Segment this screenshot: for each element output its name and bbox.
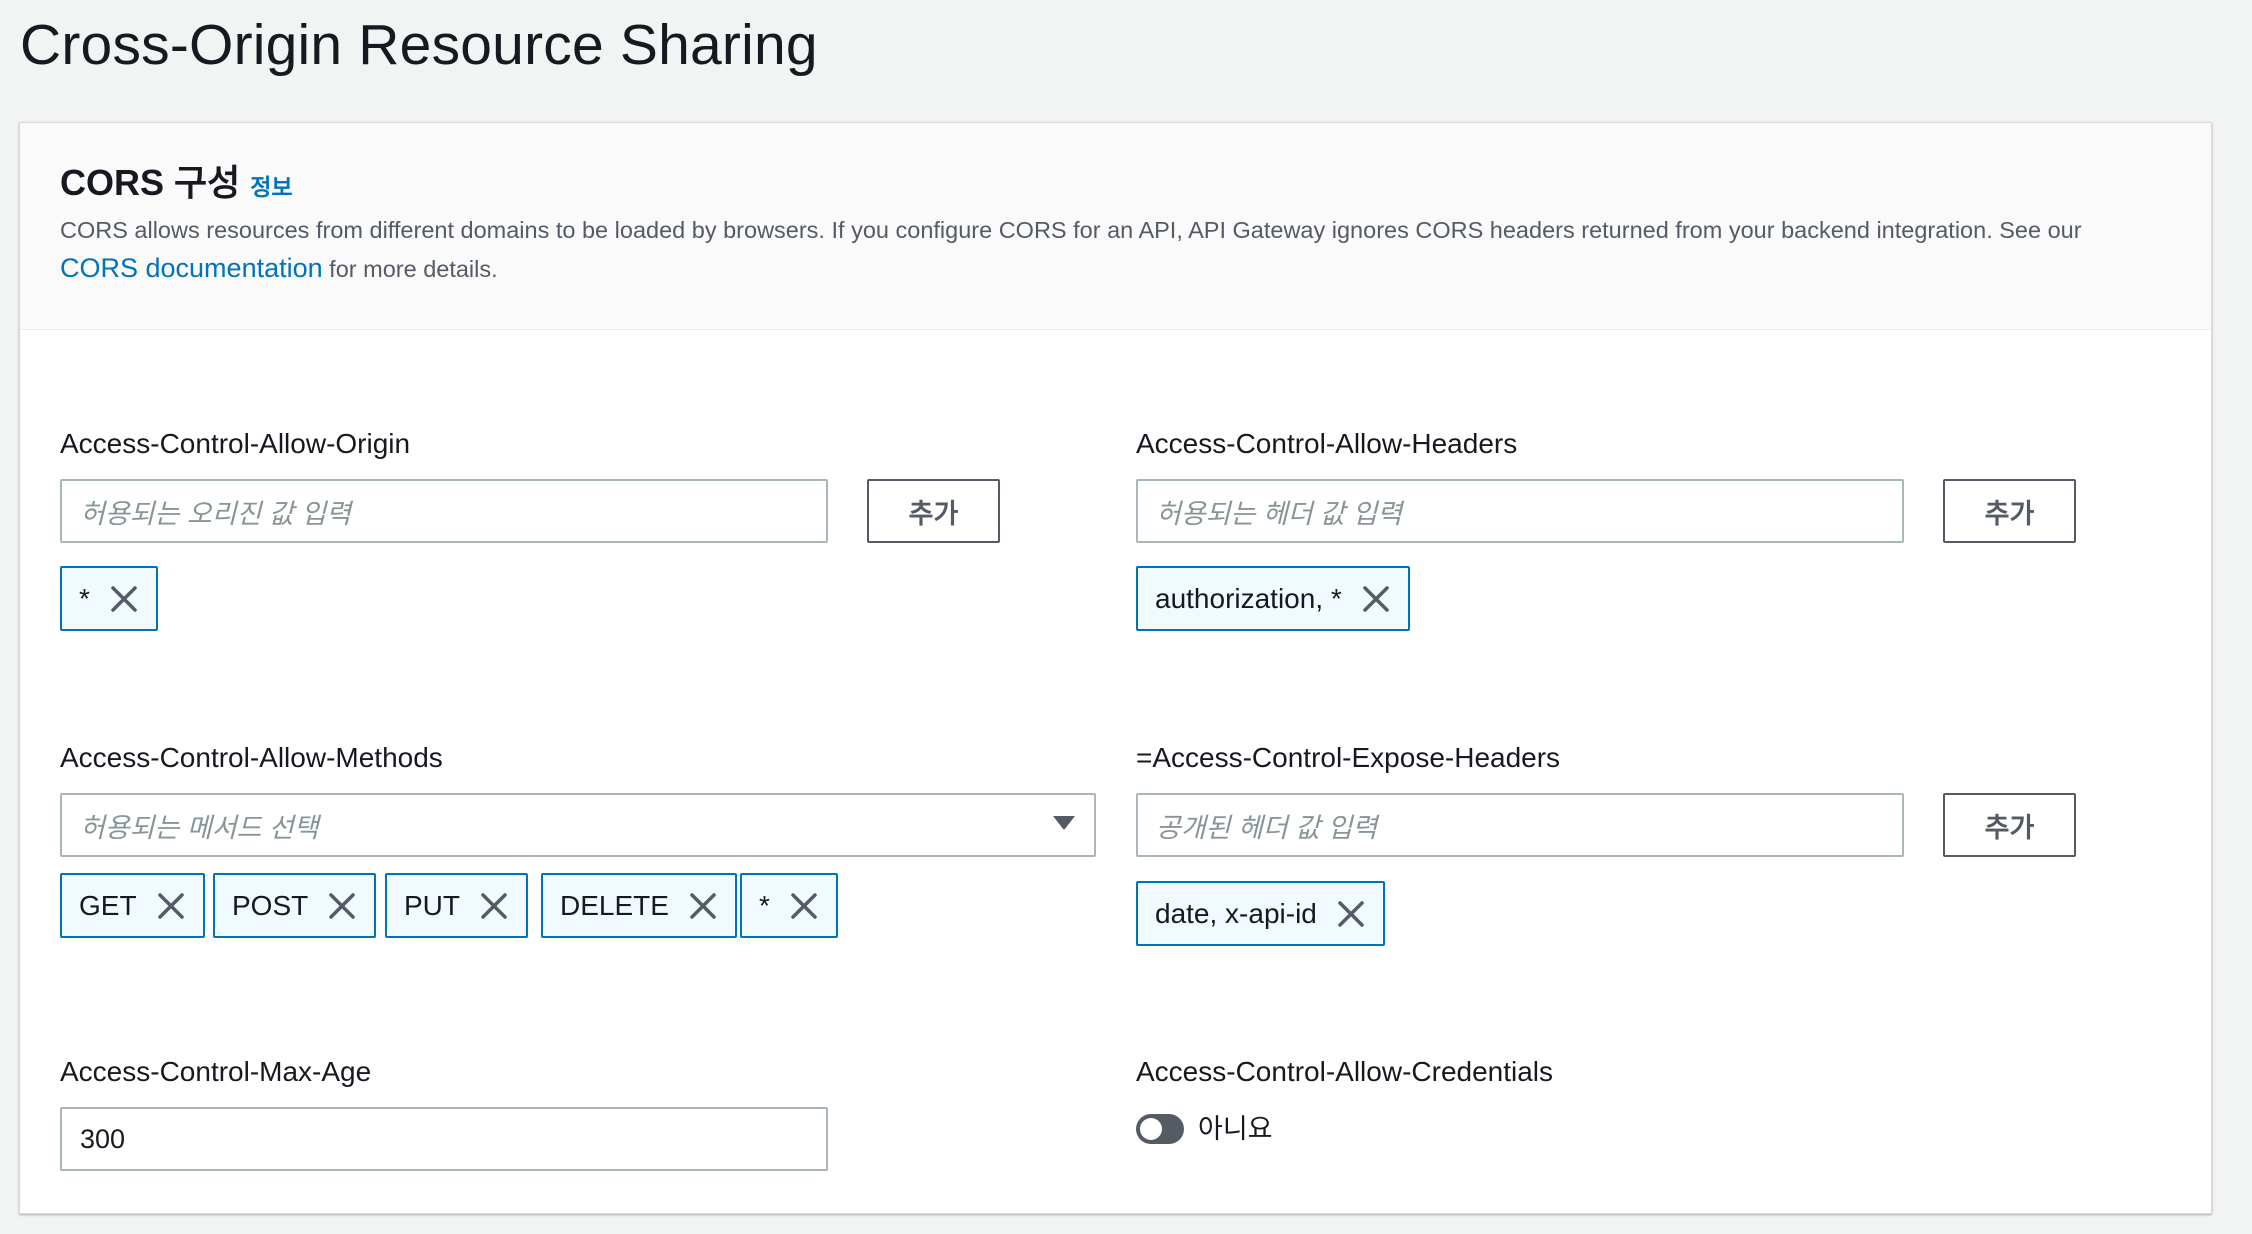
method-token-delete: DELETE xyxy=(541,873,737,938)
allow-headers-placeholder: 허용되는 헤더 값 입력 xyxy=(1156,498,1403,529)
caret-down-icon xyxy=(1052,815,1076,836)
token-label: * xyxy=(79,582,90,614)
allow-methods-placeholder: 허용되는 메서드 선택 xyxy=(80,812,319,843)
description-text: CORS allows resources from different dom… xyxy=(60,217,2082,243)
token-label: POST xyxy=(232,889,309,921)
allow-headers-input[interactable]: 허용되는 헤더 값 입력 xyxy=(1136,479,1904,543)
token-label: GET xyxy=(79,889,137,921)
expose-headers-token: date, x-api-id xyxy=(1136,881,1385,946)
toggle-knob xyxy=(1140,1118,1162,1140)
expose-headers-add-button[interactable]: 추가 xyxy=(1943,793,2076,857)
allow-headers-label: Access-Control-Allow-Headers xyxy=(1136,428,1518,459)
allow-methods-label: Access-Control-Allow-Methods xyxy=(60,742,443,773)
description-suffix: for more details. xyxy=(329,256,498,282)
allow-origin-add-button[interactable]: 추가 xyxy=(867,479,1000,543)
allow-headers-add-button[interactable]: 추가 xyxy=(1943,479,2076,543)
remove-token-icon[interactable] xyxy=(478,890,510,922)
allow-origin-placeholder: 허용되는 오리진 값 입력 xyxy=(80,498,351,529)
expose-headers-label: =Access-Control-Expose-Headers xyxy=(1136,742,1561,773)
max-age-value: 300 xyxy=(80,1123,126,1154)
remove-token-icon[interactable] xyxy=(687,890,719,922)
allow-credentials-toggle-label: 아니요 xyxy=(1198,1114,1273,1144)
max-age-label: Access-Control-Max-Age xyxy=(60,1056,372,1087)
remove-token-icon[interactable] xyxy=(155,890,187,922)
token-label: PUT xyxy=(404,889,460,921)
method-token-any: * xyxy=(740,873,838,938)
method-token-put: PUT xyxy=(385,873,528,938)
token-label: DELETE xyxy=(560,889,669,921)
allow-origin-token: * xyxy=(60,566,158,631)
panel-title: CORS 구성 정보 xyxy=(60,159,293,211)
cors-documentation-link[interactable]: CORS documentation xyxy=(60,253,323,283)
allow-origin-label: Access-Control-Allow-Origin xyxy=(60,428,411,459)
allow-credentials-label: Access-Control-Allow-Credentials xyxy=(1136,1056,1554,1087)
remove-token-icon[interactable] xyxy=(108,583,140,615)
remove-token-icon[interactable] xyxy=(1360,583,1392,615)
allow-credentials-toggle[interactable] xyxy=(1136,1114,1184,1144)
page-title: Cross-Origin Resource Sharing xyxy=(20,13,818,77)
panel-header: CORS 구성 정보 CORS allows resources from dif… xyxy=(20,123,2211,330)
token-label: * xyxy=(759,889,770,921)
token-label: date, x-api-id xyxy=(1155,897,1317,929)
panel-title-text: CORS 구성 xyxy=(60,162,241,203)
method-token-get: GET xyxy=(60,873,205,938)
panel-description: CORS allows resources from different dom… xyxy=(60,211,2170,288)
remove-token-icon[interactable] xyxy=(1335,898,1367,930)
remove-token-icon[interactable] xyxy=(788,890,820,922)
max-age-input[interactable]: 300 xyxy=(60,1107,828,1171)
cors-config-panel: CORS 구성 정보 CORS allows resources from dif… xyxy=(19,122,2212,1214)
remove-token-icon[interactable] xyxy=(326,890,358,922)
method-token-post: POST xyxy=(213,873,377,938)
allow-headers-token: authorization, * xyxy=(1136,566,1410,631)
info-link[interactable]: 정보 xyxy=(250,174,292,200)
expose-headers-input[interactable]: 공개된 헤더 값 입력 xyxy=(1136,793,1904,857)
allow-methods-select[interactable]: 허용되는 메서드 선택 xyxy=(60,793,1096,857)
token-label: authorization, * xyxy=(1155,582,1342,614)
allow-origin-input[interactable]: 허용되는 오리진 값 입력 xyxy=(60,479,828,543)
expose-headers-placeholder: 공개된 헤더 값 입력 xyxy=(1156,812,1378,843)
